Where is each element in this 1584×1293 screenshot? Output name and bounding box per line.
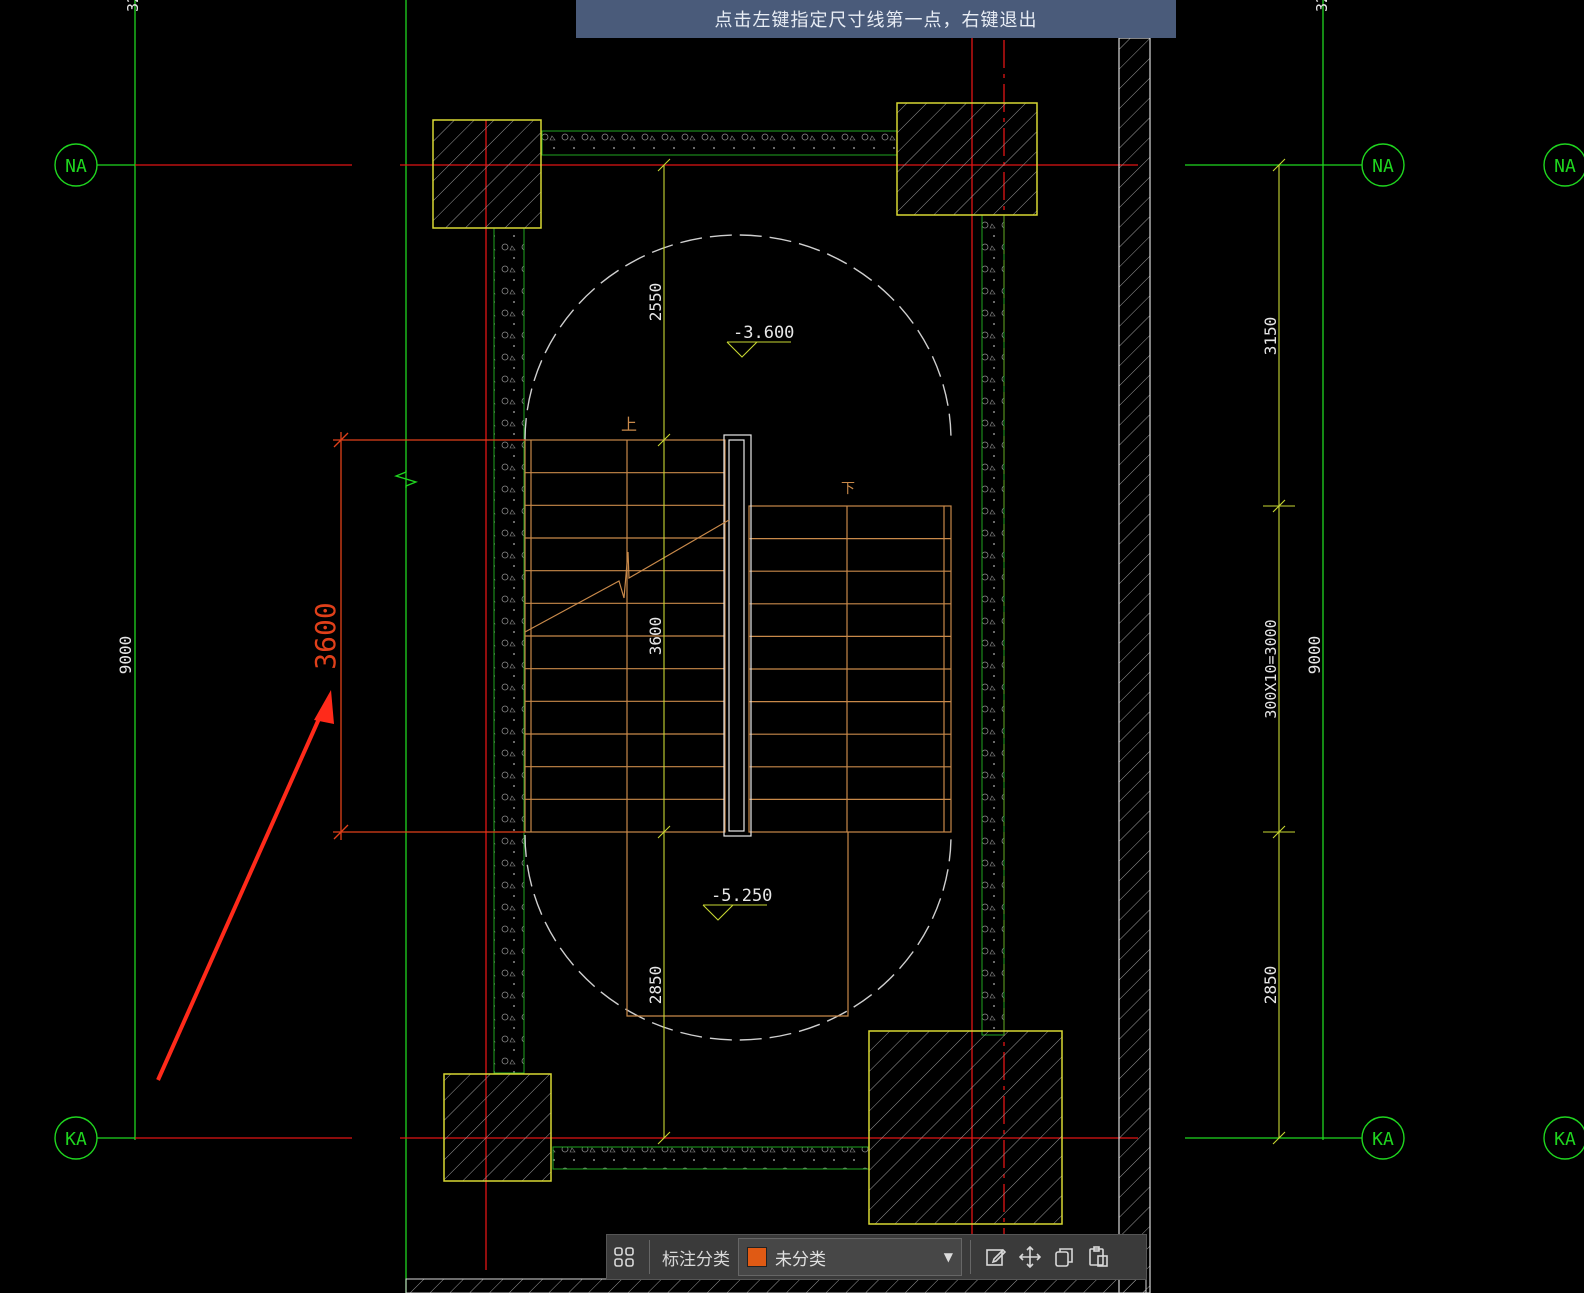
svg-text:NA: NA (1372, 156, 1394, 177)
category-color-swatch (747, 1247, 767, 1267)
axis-bubble-na-right: NA (1361, 143, 1405, 187)
category-select[interactable]: 未分类 ▼ (738, 1238, 962, 1276)
dim-right-upper: 3150 (1261, 317, 1280, 356)
axis-bubble-na-far-right: NA (1543, 143, 1584, 187)
annotation-arrow (156, 690, 334, 1081)
toolbar-divider (970, 1240, 971, 1274)
svg-text:KA: KA (1372, 1129, 1394, 1150)
dim-center-lower: 2850 (646, 966, 665, 1005)
break-symbol (394, 470, 418, 488)
dim-red-new: 3600 (309, 602, 342, 669)
toolbar-divider (649, 1240, 650, 1274)
stair-down-label: 下 (841, 481, 855, 497)
level-marker-upper: -3.600 (726, 323, 794, 358)
dim-right-lower: 2850 (1261, 966, 1280, 1005)
dim-right-total: 9000 (1305, 636, 1324, 675)
stair-flights (524, 434, 952, 1017)
category-value: 未分类 (775, 1249, 826, 1270)
axis-bubble-na-left: NA (54, 143, 98, 187)
bottom-wall-strip (405, 1278, 1147, 1293)
dim-right-flight: 300X10=3000 (1262, 619, 1280, 718)
axis-bubble-ka-far-right: KA (1543, 1116, 1584, 1160)
dim-center-upper: 2550 (646, 283, 665, 322)
svg-text:-3.600: -3.600 (733, 323, 794, 343)
grid-apps-icon[interactable] (607, 1240, 641, 1274)
svg-text:NA: NA (1554, 156, 1576, 177)
outer-wall-right (1118, 37, 1151, 1293)
dim-center-flight: 3600 (646, 617, 665, 656)
svg-text:KA: KA (1554, 1129, 1576, 1150)
prompt-text: 点击左键指定尺寸线第一点，右键退出 (714, 10, 1038, 31)
chevron-down-icon: ▼ (943, 1250, 953, 1264)
paste-icon[interactable] (1081, 1240, 1115, 1274)
svg-text:-5.250: -5.250 (711, 886, 772, 906)
level-marker-lower: -5.250 (702, 886, 772, 921)
move-icon[interactable] (1013, 1240, 1047, 1274)
copy-icon[interactable] (1047, 1240, 1081, 1274)
cad-drawing-canvas[interactable]: NA NA NA KA KA KA 32 32 9000 上 下 2550 36… (0, 0, 1584, 1293)
command-prompt: 点击左键指定尺寸线第一点，右键退出 (576, 0, 1176, 38)
columns (432, 102, 1063, 1225)
dim-top-right-cut: 32 (1313, 0, 1331, 12)
dim-top-left-cut: 32 (124, 0, 142, 12)
svg-text:KA: KA (65, 1129, 87, 1150)
axis-bubble-ka-left: KA (54, 1116, 98, 1160)
dim-left-total: 9000 (116, 636, 135, 675)
annotation-toolbar: 标注分类 未分类 ▼ (606, 1234, 1147, 1280)
toolbar-label: 标注分类 (662, 1249, 730, 1270)
svg-text:NA: NA (65, 156, 87, 177)
axis-bubble-ka-right: KA (1361, 1116, 1405, 1160)
edit-icon[interactable] (979, 1240, 1013, 1274)
stair-up-label: 上 (621, 415, 637, 434)
dashed-landing-outline (524, 234, 952, 1041)
